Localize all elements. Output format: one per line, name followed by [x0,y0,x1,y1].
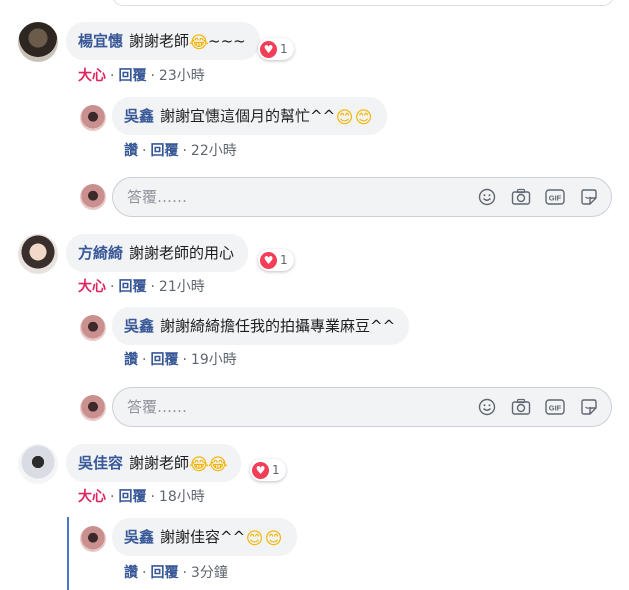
avatar[interactable] [80,526,106,552]
laugh-emoji: 😂 [208,455,228,475]
avatar[interactable] [80,105,106,131]
reply-meta: 讚 · 回覆 · 22小時 [124,143,237,159]
reaction-count: 1 [272,463,280,477]
smile-emoji: 😊 [264,529,283,549]
timestamp[interactable]: 19小時 [191,352,237,368]
reply-author[interactable]: 吳鑫 [124,107,154,125]
reaction-count: 1 [280,253,288,267]
love-reaction-link[interactable]: 大心 [78,279,106,295]
like-link[interactable]: 讚 [124,352,138,368]
gif-icon[interactable]: GIF [545,397,565,417]
reply-link[interactable]: 回覆 [118,68,146,84]
heart-icon: ♥ [260,251,277,269]
timestamp[interactable]: 3分鐘 [191,565,228,581]
timestamp[interactable]: 22小時 [191,143,237,159]
comment-author[interactable]: 方綺綺 [78,244,123,262]
camera-icon[interactable] [511,397,531,417]
sticker-icon[interactable] [579,397,599,417]
avatar[interactable] [80,315,106,341]
reply-link[interactable]: 回覆 [150,352,178,368]
like-link[interactable]: 讚 [124,565,138,581]
avatar [80,395,106,421]
reaction-badge[interactable]: ♥ 1 [258,38,294,60]
comment-suffix: ~~~ [208,32,246,50]
svg-text:GIF: GIF [549,404,562,413]
reply-author[interactable]: 吳鑫 [124,317,154,335]
avatar[interactable] [18,234,58,274]
camera-icon[interactable] [511,187,531,207]
laugh-emoji: 😂 [189,455,209,475]
reply-link[interactable]: 回覆 [118,489,146,505]
svg-text:GIF: GIF [549,194,562,203]
gif-icon[interactable]: GIF [545,187,565,207]
avatar [80,184,106,210]
laugh-emoji: 😂 [189,33,209,53]
comment-author[interactable]: 楊宜憓 [78,32,123,50]
previous-reply-box [112,0,614,6]
reaction-count: 1 [280,42,288,56]
emoji-icon[interactable] [477,187,497,207]
comment-text: 謝謝老師 [129,454,190,472]
heart-icon: ♥ [260,40,277,58]
avatar[interactable] [18,22,58,62]
emoji-icon[interactable] [477,397,497,417]
comment-author[interactable]: 吳佳容 [78,454,123,472]
smile-emoji: 😊 [335,108,354,128]
reply-input-placeholder: 答覆…… [127,398,188,416]
comment-meta: 大心 · 回覆 · 23小時 [78,68,205,84]
reply-input-placeholder: 答覆…… [127,188,188,206]
reply-text: 謝謝佳容^^ [160,528,246,546]
smile-emoji: 😊 [354,108,373,128]
love-reaction-link[interactable]: 大心 [78,489,106,505]
reply-link[interactable]: 回覆 [150,565,178,581]
reply-meta: 讚 · 回覆 · 3分鐘 [124,565,228,581]
smile-emoji: 😊 [245,529,264,549]
comment-bubble: 楊宜憓 謝謝老師😂~~~ [66,22,260,60]
reply-text: 謝謝宜憓這個月的幫忙^^ [160,107,336,125]
reply-author[interactable]: 吳鑫 [124,528,154,546]
reaction-badge[interactable]: ♥ 1 [250,459,286,481]
reply-link[interactable]: 回覆 [150,143,178,159]
comment-bubble: 吳佳容 謝謝老師😂😂 [66,444,242,482]
comment-bubble: 方綺綺 謝謝老師的用心 [66,234,249,272]
reply-link[interactable]: 回覆 [118,279,146,295]
timestamp[interactable]: 18小時 [159,489,205,505]
timestamp[interactable]: 21小時 [159,279,205,295]
reply-input-box[interactable]: 答覆…… GIF [112,177,612,217]
thread-highlight-line [67,517,69,590]
reply-text: 謝謝綺綺擔任我的拍攝專業麻豆^^ [160,317,396,335]
timestamp[interactable]: 23小時 [159,68,205,84]
like-link[interactable]: 讚 [124,143,138,159]
comment-text: 謝謝老師 [129,32,190,50]
reaction-badge[interactable]: ♥ 1 [258,249,294,271]
avatar[interactable] [18,444,58,484]
reply-input-box[interactable]: 答覆…… GIF [112,387,612,427]
reply-bubble: 吳鑫 謝謝綺綺擔任我的拍攝專業麻豆^^ [112,307,410,345]
love-reaction-link[interactable]: 大心 [78,68,106,84]
heart-icon: ♥ [252,461,269,479]
reply-meta: 讚 · 回覆 · 19小時 [124,352,237,368]
comment-meta: 大心 · 回覆 · 21小時 [78,279,205,295]
reply-bubble: 吳鑫 謝謝佳容^^😊😊 [112,518,298,556]
reply-bubble: 吳鑫 謝謝宜憓這個月的幫忙^^😊😊 [112,97,388,135]
comment-meta: 大心 · 回覆 · 18小時 [78,489,205,505]
comment-text: 謝謝老師的用心 [129,244,235,262]
sticker-icon[interactable] [579,187,599,207]
